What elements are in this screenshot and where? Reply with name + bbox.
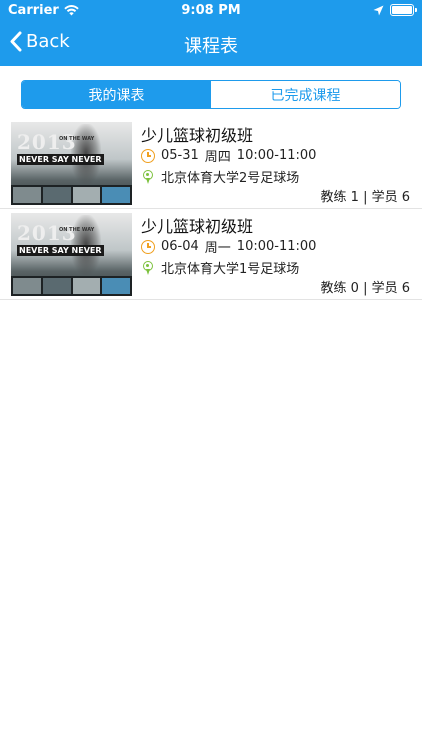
course-name: 少儿篮球初级班	[141, 126, 254, 145]
course-weekday: 周四	[204, 150, 231, 165]
course-location: 北京体育大学1号足球场	[161, 262, 300, 277]
thumbnail-year: 2013	[17, 130, 77, 154]
course-thumbnail: 2013 ON THE WAY NEVER SAY NEVER	[11, 122, 132, 205]
status-time: 9:08 PM	[181, 3, 241, 18]
tab-completed-courses[interactable]: 已完成课程	[211, 81, 400, 108]
course-list-item[interactable]: 2013 ON THE WAY NEVER SAY NEVER 少儿篮球初级班 …	[0, 209, 422, 300]
battery-icon	[390, 4, 417, 16]
course-time: 10:00-11:00	[236, 148, 317, 163]
course-counts: 教练 0 | 学员 6	[320, 281, 410, 296]
clock-icon	[141, 239, 155, 254]
thumbnail-banner: NEVER SAY NEVER	[17, 154, 104, 165]
thumbnail-banner: NEVER SAY NEVER	[17, 245, 104, 256]
status-bar: Carrier 9:08 PM	[0, 0, 422, 22]
course-list-item[interactable]: 2013 ON THE WAY NEVER SAY NEVER 少儿篮球初级班 …	[0, 118, 422, 209]
location-arrow-icon	[373, 5, 384, 15]
course-name: 少儿篮球初级班	[141, 217, 254, 236]
thumbnail-year: 2013	[17, 221, 77, 245]
schedule-segmented-control: 我的课表 已完成课程	[21, 80, 401, 109]
nav-bar: Back 课程表	[0, 22, 422, 66]
thumbnail-tagline: ON THE WAY	[59, 227, 95, 233]
header: Carrier 9:08 PM Back 课程表	[0, 0, 422, 66]
tab-my-schedule[interactable]: 我的课表	[22, 81, 211, 108]
course-weekday: 周一	[204, 241, 231, 256]
course-location-line: 北京体育大学2号足球场	[141, 167, 299, 186]
course-location-line: 北京体育大学1号足球场	[141, 258, 299, 277]
course-location: 北京体育大学2号足球场	[161, 171, 300, 186]
page-title: 课程表	[184, 36, 238, 57]
course-counts: 教练 1 | 学员 6	[320, 190, 410, 205]
clock-icon	[141, 148, 155, 163]
status-right	[373, 4, 417, 16]
course-time-line: 06-04 周一 10:00-11:00	[141, 237, 316, 256]
thumbnail-tagline: ON THE WAY	[59, 136, 95, 142]
course-time: 10:00-11:00	[236, 239, 317, 254]
course-thumbnail: 2013 ON THE WAY NEVER SAY NEVER	[11, 213, 132, 296]
location-pin-icon	[141, 260, 155, 275]
course-date: 06-04	[161, 239, 199, 254]
course-time-line: 05-31 周四 10:00-11:00	[141, 146, 316, 165]
course-date: 05-31	[161, 148, 199, 163]
course-list: 2013 ON THE WAY NEVER SAY NEVER 少儿篮球初级班 …	[0, 118, 422, 300]
location-pin-icon	[141, 169, 155, 184]
